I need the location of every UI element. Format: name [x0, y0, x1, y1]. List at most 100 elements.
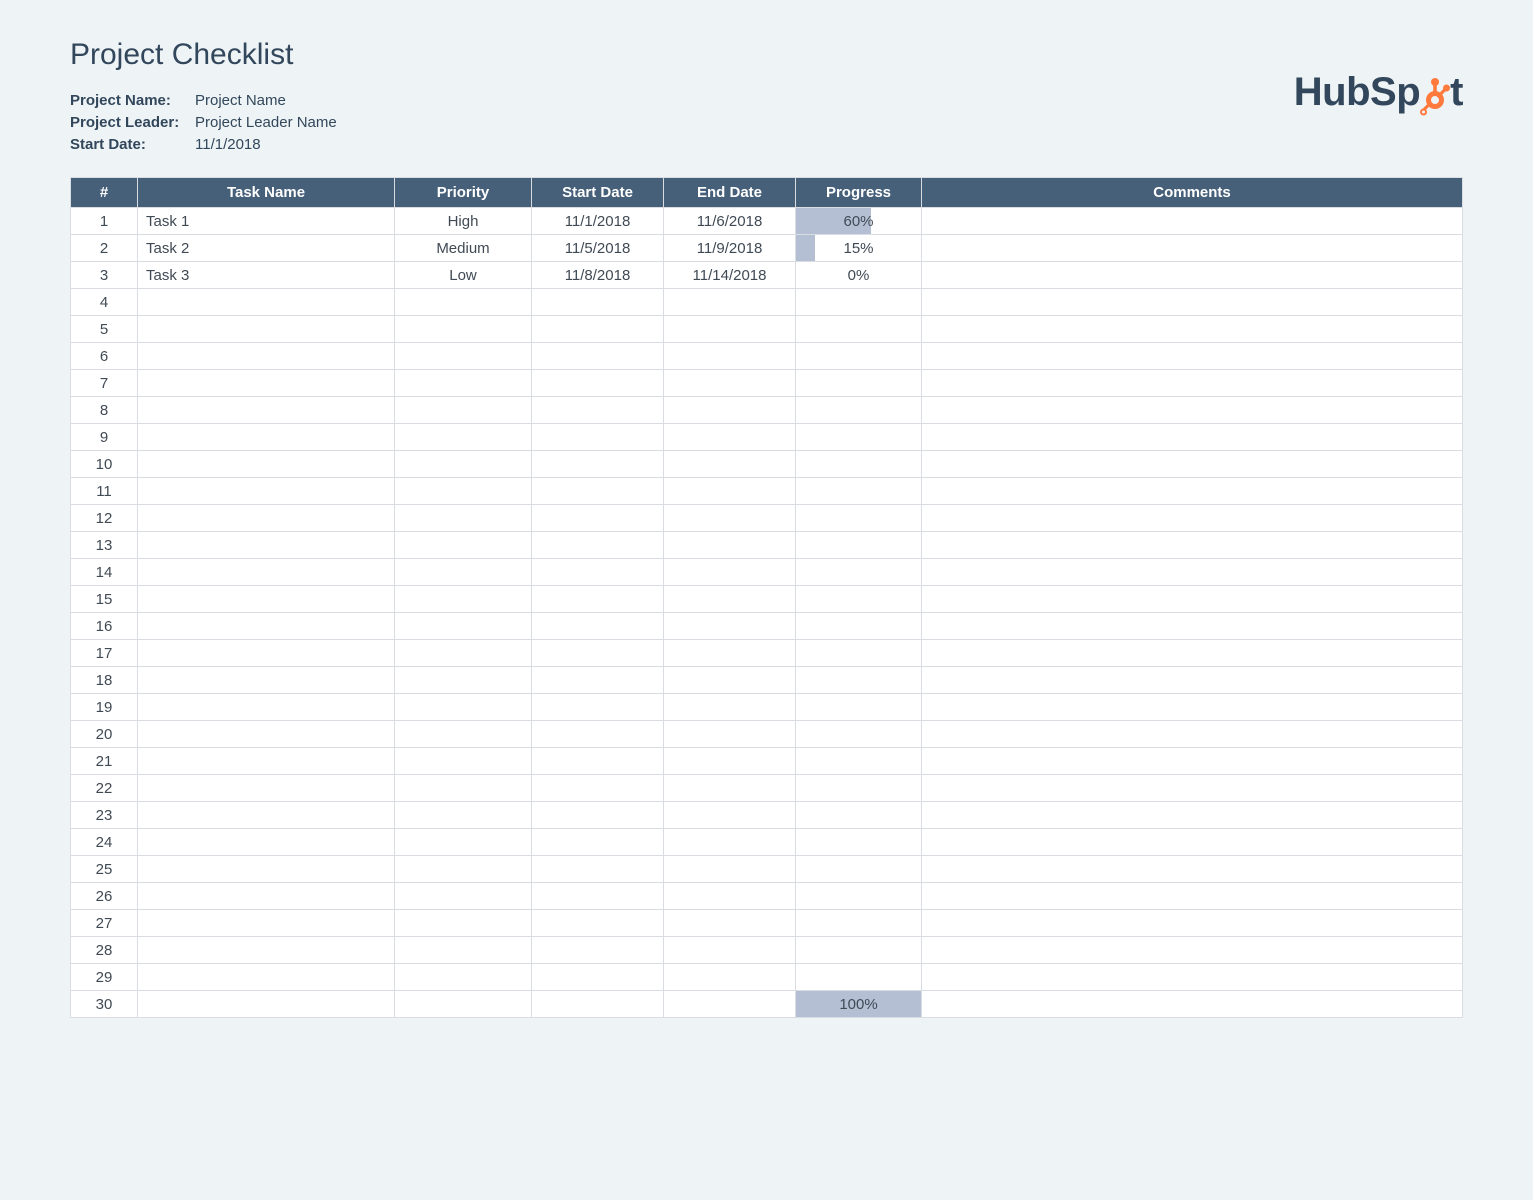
- comments-cell[interactable]: [922, 802, 1463, 829]
- end-date-cell[interactable]: [664, 424, 796, 451]
- priority-cell[interactable]: [395, 640, 532, 667]
- end-date-cell[interactable]: [664, 748, 796, 775]
- comments-cell[interactable]: [922, 721, 1463, 748]
- progress-cell[interactable]: 60%: [796, 208, 922, 235]
- task-name-cell[interactable]: [138, 937, 395, 964]
- priority-cell[interactable]: [395, 829, 532, 856]
- task-name-cell[interactable]: [138, 775, 395, 802]
- table-row[interactable]: 5: [71, 316, 1463, 343]
- table-row[interactable]: 22: [71, 775, 1463, 802]
- end-date-cell[interactable]: [664, 802, 796, 829]
- task-name-cell[interactable]: [138, 451, 395, 478]
- end-date-cell[interactable]: [664, 991, 796, 1018]
- task-name-cell[interactable]: [138, 721, 395, 748]
- task-name-cell[interactable]: [138, 856, 395, 883]
- table-row[interactable]: 15: [71, 586, 1463, 613]
- end-date-cell[interactable]: [664, 289, 796, 316]
- progress-cell[interactable]: [796, 721, 922, 748]
- comments-cell[interactable]: [922, 235, 1463, 262]
- priority-cell[interactable]: Low: [395, 262, 532, 289]
- table-row[interactable]: 26: [71, 883, 1463, 910]
- progress-cell[interactable]: [796, 532, 922, 559]
- end-date-cell[interactable]: [664, 694, 796, 721]
- progress-cell[interactable]: [796, 586, 922, 613]
- table-row[interactable]: 24: [71, 829, 1463, 856]
- start-date-cell[interactable]: [532, 694, 664, 721]
- task-name-cell[interactable]: [138, 478, 395, 505]
- table-row[interactable]: 4: [71, 289, 1463, 316]
- priority-cell[interactable]: [395, 532, 532, 559]
- comments-cell[interactable]: [922, 856, 1463, 883]
- progress-cell[interactable]: [796, 424, 922, 451]
- table-row[interactable]: 28: [71, 937, 1463, 964]
- end-date-cell[interactable]: [664, 964, 796, 991]
- progress-cell[interactable]: 100%: [796, 991, 922, 1018]
- start-date-cell[interactable]: [532, 559, 664, 586]
- task-name-cell[interactable]: [138, 883, 395, 910]
- progress-cell[interactable]: 15%: [796, 235, 922, 262]
- priority-cell[interactable]: [395, 667, 532, 694]
- comments-cell[interactable]: [922, 505, 1463, 532]
- task-name-cell[interactable]: Task 3: [138, 262, 395, 289]
- comments-cell[interactable]: [922, 694, 1463, 721]
- end-date-cell[interactable]: [664, 937, 796, 964]
- progress-cell[interactable]: [796, 694, 922, 721]
- priority-cell[interactable]: [395, 721, 532, 748]
- task-name-cell[interactable]: [138, 964, 395, 991]
- progress-cell[interactable]: [796, 370, 922, 397]
- start-date-cell[interactable]: [532, 532, 664, 559]
- start-date-cell[interactable]: [532, 991, 664, 1018]
- start-date-cell[interactable]: [532, 478, 664, 505]
- table-row[interactable]: 10: [71, 451, 1463, 478]
- end-date-cell[interactable]: [664, 883, 796, 910]
- progress-cell[interactable]: [796, 856, 922, 883]
- priority-cell[interactable]: [395, 505, 532, 532]
- table-row[interactable]: 6: [71, 343, 1463, 370]
- end-date-cell[interactable]: 11/9/2018: [664, 235, 796, 262]
- task-name-cell[interactable]: [138, 397, 395, 424]
- start-date-cell[interactable]: [532, 856, 664, 883]
- end-date-cell[interactable]: [664, 667, 796, 694]
- table-row[interactable]: 25: [71, 856, 1463, 883]
- priority-cell[interactable]: [395, 910, 532, 937]
- table-row[interactable]: 14: [71, 559, 1463, 586]
- task-name-cell[interactable]: [138, 910, 395, 937]
- end-date-cell[interactable]: [664, 613, 796, 640]
- progress-cell[interactable]: 0%: [796, 262, 922, 289]
- comments-cell[interactable]: [922, 343, 1463, 370]
- end-date-cell[interactable]: [664, 856, 796, 883]
- priority-cell[interactable]: [395, 802, 532, 829]
- progress-cell[interactable]: [796, 613, 922, 640]
- task-name-cell[interactable]: [138, 370, 395, 397]
- end-date-cell[interactable]: [664, 343, 796, 370]
- start-date-cell[interactable]: [532, 613, 664, 640]
- table-row[interactable]: 21: [71, 748, 1463, 775]
- progress-cell[interactable]: [796, 343, 922, 370]
- task-name-cell[interactable]: [138, 343, 395, 370]
- priority-cell[interactable]: [395, 883, 532, 910]
- table-row[interactable]: 12: [71, 505, 1463, 532]
- comments-cell[interactable]: [922, 289, 1463, 316]
- end-date-cell[interactable]: [664, 505, 796, 532]
- comments-cell[interactable]: [922, 613, 1463, 640]
- comments-cell[interactable]: [922, 478, 1463, 505]
- priority-cell[interactable]: [395, 370, 532, 397]
- comments-cell[interactable]: [922, 559, 1463, 586]
- progress-cell[interactable]: [796, 316, 922, 343]
- start-date-cell[interactable]: [532, 451, 664, 478]
- progress-cell[interactable]: [796, 937, 922, 964]
- table-row[interactable]: 16: [71, 613, 1463, 640]
- comments-cell[interactable]: [922, 370, 1463, 397]
- start-date-cell[interactable]: [532, 667, 664, 694]
- start-date-cell[interactable]: [532, 721, 664, 748]
- task-name-cell[interactable]: [138, 505, 395, 532]
- end-date-cell[interactable]: [664, 397, 796, 424]
- start-date-cell[interactable]: [532, 316, 664, 343]
- start-date-cell[interactable]: [532, 748, 664, 775]
- task-name-cell[interactable]: [138, 640, 395, 667]
- comments-cell[interactable]: [922, 991, 1463, 1018]
- comments-cell[interactable]: [922, 424, 1463, 451]
- end-date-cell[interactable]: [664, 316, 796, 343]
- start-date-cell[interactable]: [532, 424, 664, 451]
- comments-cell[interactable]: [922, 937, 1463, 964]
